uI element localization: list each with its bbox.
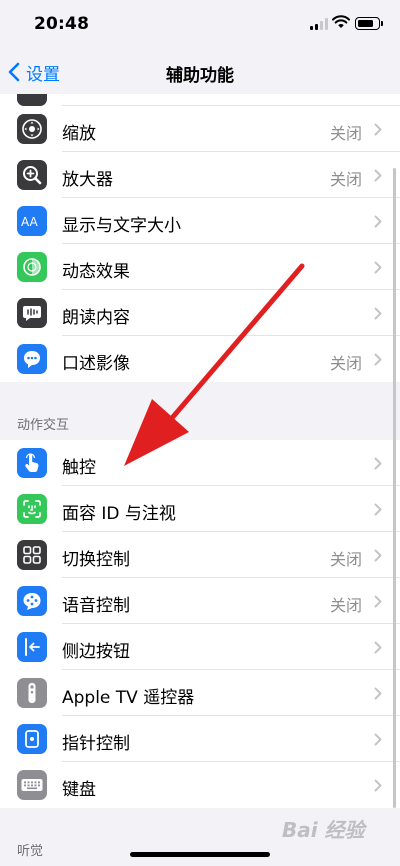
touch-icon	[17, 448, 47, 478]
list-item-side-button[interactable]: 侧边按钮	[0, 624, 400, 670]
list-item-value: 关闭	[329, 124, 362, 143]
audio-description-icon	[17, 344, 47, 374]
list-item-label: 口述影像	[62, 354, 130, 374]
list-item-label: 键盘	[62, 780, 96, 800]
list-item-label: 指针控制	[62, 734, 130, 754]
settings-list: 缩放 关闭 放大器 关闭 AA 显示与文字大小 动态效果 朗读内容 口述影像 关…	[0, 94, 400, 866]
tv-remote-icon	[17, 678, 47, 708]
section-header-label: 动作交互	[17, 418, 70, 433]
list-item-label: 语音控制	[62, 596, 130, 616]
list-item-label: 朗读内容	[62, 308, 130, 328]
face-id-icon	[17, 494, 47, 524]
cellular-signal-icon	[310, 18, 328, 30]
list-item-spoken-content[interactable]: 朗读内容	[0, 290, 400, 336]
home-indicator[interactable]	[130, 852, 270, 857]
list-item-partial[interactable]	[0, 94, 400, 106]
chevron-right-icon	[374, 307, 382, 320]
vision-group: 缩放 关闭 放大器 关闭 AA 显示与文字大小 动态效果 朗读内容 口述影像 关…	[0, 94, 400, 382]
wifi-icon	[332, 15, 350, 28]
list-item-apple-tv-remote[interactable]: Apple TV 遥控器	[0, 670, 400, 716]
watermark-logo: Bai 经验	[282, 818, 365, 842]
chevron-right-icon	[374, 215, 382, 228]
navigation-bar: 设置 辅助功能	[0, 50, 400, 94]
chevron-right-icon	[374, 687, 382, 700]
list-item-label: 显示与文字大小	[62, 216, 181, 236]
chevron-right-icon	[374, 595, 382, 608]
list-item-touch[interactable]: 触控	[0, 440, 400, 486]
list-item-zoom[interactable]: 缩放 关闭	[0, 106, 400, 152]
scrollbar[interactable]	[393, 168, 396, 808]
motor-group: 触控 面容 ID 与注视 切换控制 关闭 语音控制 关闭 侧边按钮 Apple …	[0, 440, 400, 808]
spoken-content-icon	[17, 298, 47, 328]
status-time: 20:48	[34, 14, 90, 34]
motion-icon	[17, 252, 47, 282]
keyboard-icon	[17, 770, 47, 800]
list-item-label: 缩放	[62, 124, 96, 144]
pointer-control-icon	[17, 724, 47, 754]
zoom-icon	[17, 114, 47, 144]
text-size-icon: AA	[17, 206, 47, 236]
list-item-label: 动态效果	[62, 262, 130, 282]
section-header-label: 听觉	[17, 844, 44, 859]
list-item-label: 切换控制	[62, 550, 130, 570]
chevron-right-icon	[374, 457, 382, 470]
list-item-label: Apple TV 遥控器	[62, 688, 195, 708]
list-item-label: 面容 ID 与注视	[62, 504, 176, 524]
list-item-value: 关闭	[329, 354, 362, 373]
list-item-label: 侧边按钮	[62, 642, 130, 662]
list-item-keyboards[interactable]: 键盘	[0, 762, 400, 808]
chevron-right-icon	[374, 733, 382, 746]
battery-icon	[355, 17, 383, 30]
voice-control-icon	[17, 586, 47, 616]
chevron-right-icon	[374, 123, 382, 136]
list-item-face-id-attention[interactable]: 面容 ID 与注视	[0, 486, 400, 532]
list-item-pointer-control[interactable]: 指针控制	[0, 716, 400, 762]
voiceover-icon	[17, 94, 47, 106]
switch-control-icon	[17, 540, 47, 570]
list-item-audio-descriptions[interactable]: 口述影像 关闭	[0, 336, 400, 382]
list-item-display-text-size[interactable]: AA 显示与文字大小	[0, 198, 400, 244]
chevron-right-icon	[374, 779, 382, 792]
list-item-value: 关闭	[329, 170, 362, 189]
list-item-voice-control[interactable]: 语音控制 关闭	[0, 578, 400, 624]
side-button-icon	[17, 632, 47, 662]
list-item-value: 关闭	[329, 596, 362, 615]
list-item-motion[interactable]: 动态效果	[0, 244, 400, 290]
magnifier-icon	[17, 160, 47, 190]
chevron-right-icon	[374, 641, 382, 654]
chevron-right-icon	[374, 353, 382, 366]
chevron-right-icon	[374, 169, 382, 182]
list-item-label: 放大器	[62, 170, 113, 190]
list-item-value: 关闭	[329, 550, 362, 569]
chevron-right-icon	[374, 261, 382, 274]
status-bar: 20:48	[0, 0, 400, 50]
svg-text:AA: AA	[21, 215, 39, 229]
list-item-magnifier[interactable]: 放大器 关闭	[0, 152, 400, 198]
chevron-right-icon	[374, 549, 382, 562]
chevron-right-icon	[374, 503, 382, 516]
page-title: 辅助功能	[166, 66, 234, 86]
section-header-motor: 动作交互	[0, 382, 400, 440]
list-item-switch-control[interactable]: 切换控制 关闭	[0, 532, 400, 578]
list-item-label: 触控	[62, 458, 96, 478]
